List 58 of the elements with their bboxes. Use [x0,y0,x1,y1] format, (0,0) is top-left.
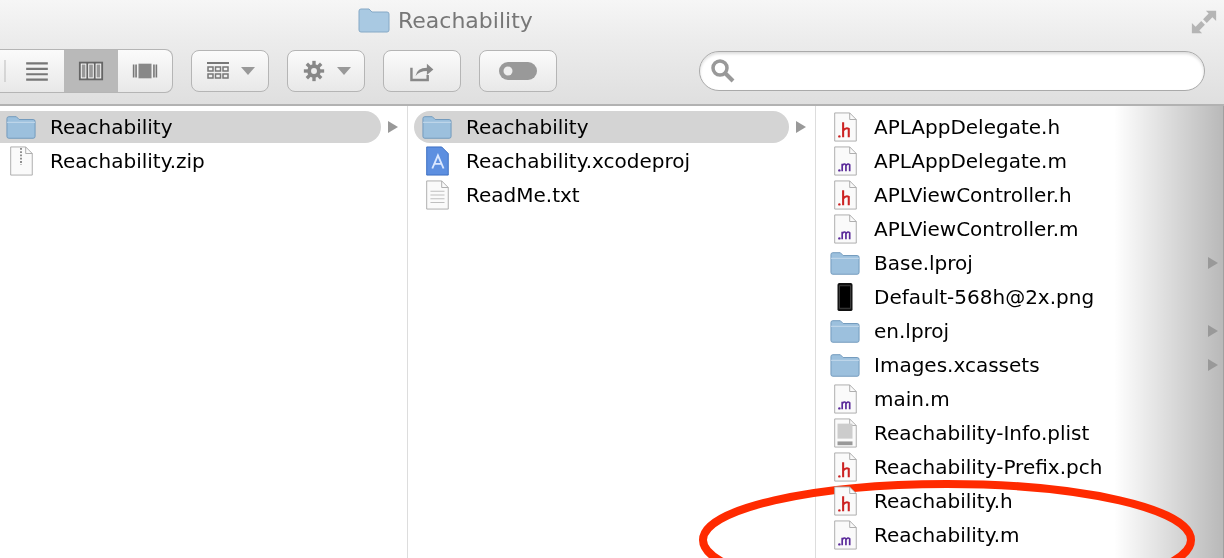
disclosure-arrow-icon [1207,324,1219,338]
grid-icon [205,60,231,82]
file-name: en.lproj [874,320,950,342]
file-item[interactable]: Default-568h@2x.png [816,280,1223,314]
file-name: Reachability [466,116,589,138]
search-icon [710,58,736,84]
file-name: Reachability-Prefix.pch [874,456,1103,478]
toggle-icon [498,61,538,81]
file-item[interactable]: APLViewController.m [816,212,1223,246]
file-name: Reachability-Info.plist [874,422,1090,444]
columns-icon [78,60,104,82]
caret-icon [241,66,255,76]
folder-icon [358,7,390,33]
file-name: Reachability [50,116,173,138]
file-item[interactable]: ReadMe.txt [408,178,815,212]
disclosure-arrow-icon [1207,256,1219,270]
file-item[interactable]: Reachability.xcodeproj [408,144,815,178]
columns-view-button[interactable] [64,50,118,92]
file-name: Default-568h@2x.png [874,286,1095,308]
disclosure-arrow-icon [1207,358,1219,372]
file-name: APLViewController.m [874,218,1079,240]
file-item[interactable]: APLViewController.h [816,178,1223,212]
file-item[interactable]: Reachability [0,110,407,144]
file-item[interactable]: APLAppDelegate.h [816,110,1223,144]
file-name: ReadMe.txt [466,184,580,206]
file-name: APLAppDelegate.h [874,116,1061,138]
file-item[interactable]: main.m [816,382,1223,416]
window-title: Reachability [398,7,533,33]
file-item[interactable]: Images.xcassets [816,348,1223,382]
file-name: APLViewController.h [874,184,1072,206]
arrange-button[interactable] [191,50,269,92]
file-item[interactable]: en.lproj [816,314,1223,348]
file-name: Images.xcassets [874,354,1040,376]
disclosure-arrow-icon [387,120,399,134]
action-button[interactable] [287,50,365,92]
disclosure-arrow-icon [795,120,807,134]
file-item[interactable]: APLAppDelegate.m [816,144,1223,178]
list-icon [24,60,50,82]
fullscreen-icon[interactable] [1190,8,1218,36]
file-name: Reachability.zip [50,150,205,172]
search-field[interactable] [699,51,1205,91]
toggle-button[interactable] [479,50,557,92]
file-name: main.m [874,388,950,410]
file-item[interactable]: Base.lproj [816,246,1223,280]
file-item[interactable]: Reachability.zip [0,144,407,178]
file-item[interactable]: Reachability.m [816,518,1223,552]
file-item[interactable]: Reachability-Prefix.pch [816,450,1223,484]
file-item[interactable]: Reachability [408,110,815,144]
file-item[interactable]: Reachability.h [816,484,1223,518]
file-name: APLAppDelegate.m [874,150,1067,172]
file-name: Base.lproj [874,252,973,274]
file-name: Reachability.m [874,524,1020,546]
caret-icon [337,66,351,76]
gear-icon [301,60,327,82]
share-button[interactable] [383,50,461,92]
file-name: Reachability.xcodeproj [466,150,691,172]
file-item[interactable]: Reachability-Info.plist [816,416,1223,450]
file-name: Reachability.h [874,490,1013,512]
